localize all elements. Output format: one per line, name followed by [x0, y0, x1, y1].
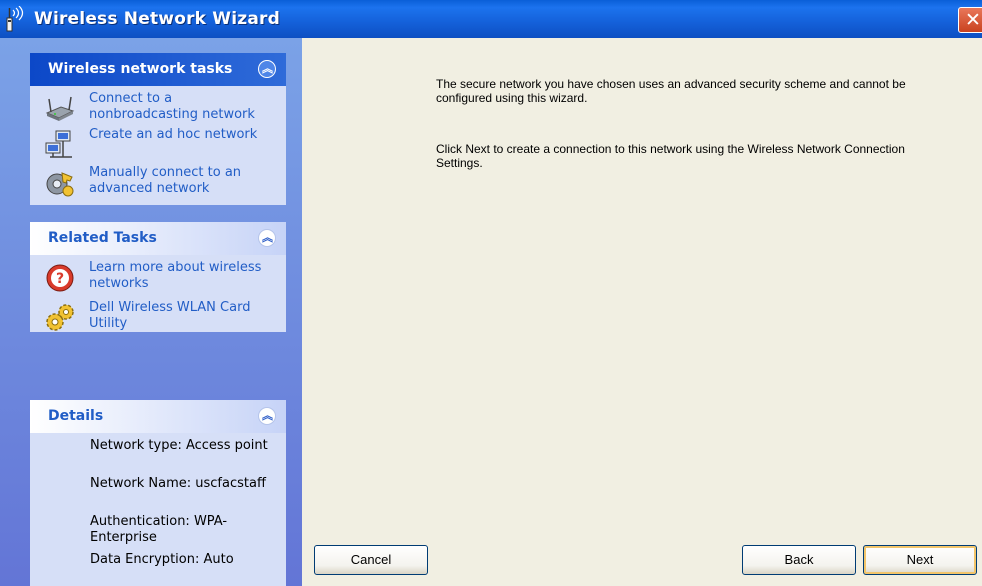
related-tasks-panel: Related Tasks ︽ ? Learn more about wirel…: [30, 222, 286, 332]
title-bar[interactable]: Wireless Network Wizard ✕: [0, 0, 982, 38]
gear-key-icon: [46, 172, 74, 197]
task-pane: Wireless network tasks ︽ Connect to a no…: [0, 38, 302, 586]
window-title: Wireless Network Wizard: [34, 9, 280, 29]
task-label: Create an ad hoc network: [89, 127, 258, 142]
router-icon: [45, 96, 75, 121]
related-tasks-title: Related Tasks: [48, 230, 157, 246]
security-message: The secure network you have chosen uses …: [436, 77, 906, 105]
chevron-up-icon: ︽: [262, 63, 273, 75]
wireless-tasks-title: Wireless network tasks: [48, 61, 233, 77]
details-panel: Details ︽ Network type: Access point Net…: [30, 400, 286, 586]
wireless-tasks-panel: Wireless network tasks ︽ Connect to a no…: [30, 53, 286, 205]
detail-network-name: Network Name: uscfacstaff: [90, 476, 266, 491]
content-area: The secure network you have chosen uses …: [302, 38, 982, 586]
svg-text:?: ?: [56, 271, 64, 287]
next-button[interactable]: Next: [863, 545, 977, 575]
chevron-up-icon: ︽: [262, 232, 273, 244]
collapse-details-button[interactable]: ︽: [258, 407, 276, 425]
collapse-related-tasks-button[interactable]: ︽: [258, 229, 276, 247]
task-label: Dell Wireless WLAN Card Utility: [89, 300, 251, 331]
next-instruction: Click Next to create a connection to thi…: [436, 142, 905, 170]
task-label: Connect to a nonbroadcasting network: [89, 91, 255, 122]
close-button[interactable]: ✕: [958, 7, 982, 33]
close-icon: ✕: [965, 9, 981, 31]
chevron-up-icon: ︽: [262, 410, 273, 422]
cancel-button[interactable]: Cancel: [314, 545, 428, 575]
details-header[interactable]: Details ︽: [30, 400, 286, 433]
wizard-window: Wireless Network Wizard ✕ Wireless netwo…: [0, 0, 982, 586]
related-tasks-header[interactable]: Related Tasks ︽: [30, 222, 286, 255]
detail-authentication: Authentication: WPA-Enterprise: [90, 514, 228, 545]
computers-network-icon: [45, 130, 72, 158]
task-label: Learn more about wireless networks: [89, 260, 262, 291]
collapse-wireless-tasks-button[interactable]: ︽: [258, 60, 276, 78]
help-icon: ?: [46, 264, 74, 292]
details-title: Details: [48, 408, 104, 424]
detail-data-encryption: Data Encryption: Auto: [90, 552, 234, 567]
gears-icon: [46, 304, 74, 331]
detail-network-type: Network type: Access point: [90, 438, 268, 453]
wireless-tasks-header[interactable]: Wireless network tasks ︽: [30, 53, 286, 86]
wireless-antenna-icon: [6, 6, 24, 32]
task-label: Manually connect to an advanced network: [89, 165, 242, 196]
back-button[interactable]: Back: [742, 545, 856, 575]
